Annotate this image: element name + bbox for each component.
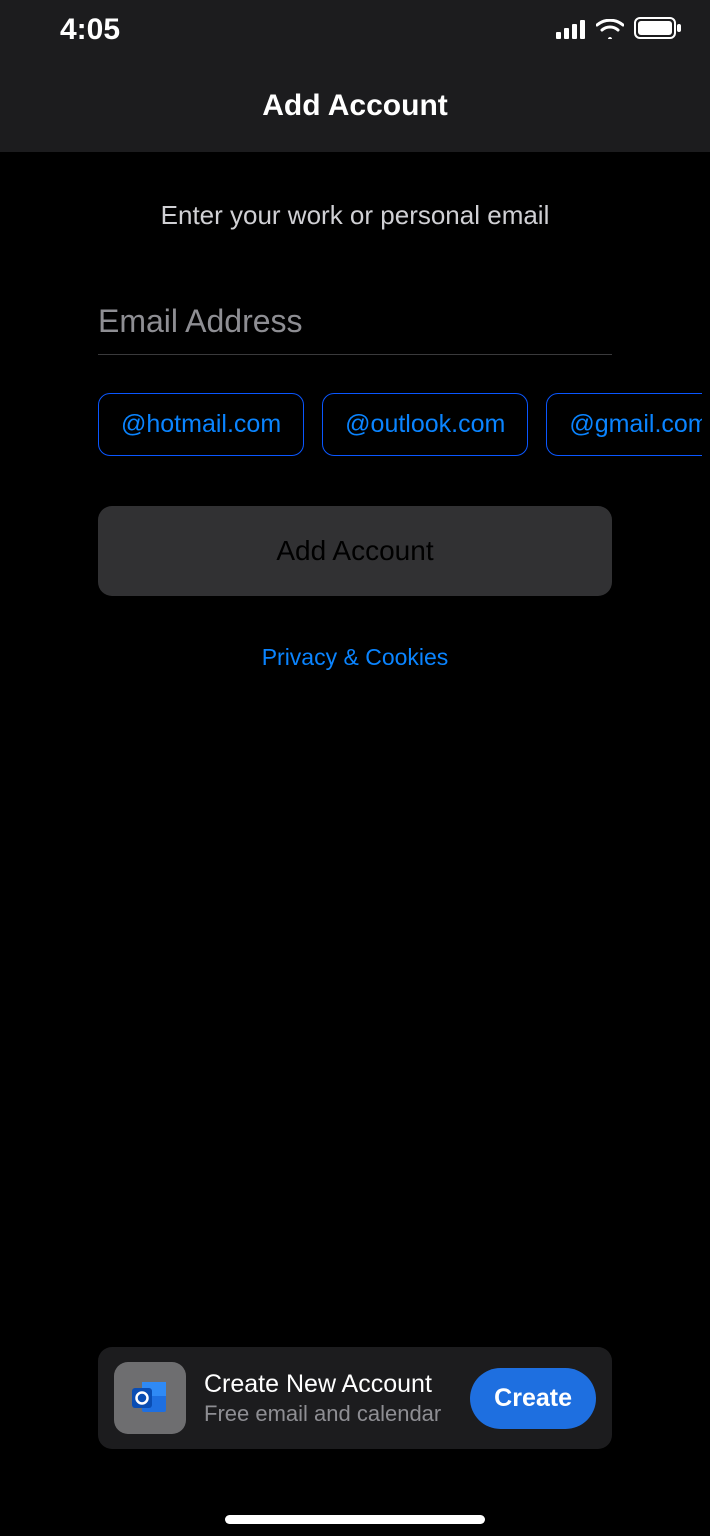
domain-chip-gmail[interactable]: @gmail.com [546,393,702,456]
create-account-text: Create New Account Free email and calend… [204,1370,470,1427]
home-indicator[interactable] [225,1515,485,1524]
battery-icon [634,13,682,47]
create-account-card: Create New Account Free email and calend… [98,1347,612,1449]
email-input[interactable] [98,297,612,355]
email-field-wrap [98,297,612,355]
domain-chip-outlook[interactable]: @outlook.com [322,393,528,456]
create-account-title: Create New Account [204,1370,470,1399]
create-account-subtitle: Free email and calendar [204,1401,470,1427]
add-account-button[interactable]: Add Account [98,506,612,596]
create-button[interactable]: Create [470,1368,596,1429]
outlook-icon [114,1362,186,1434]
domain-suggestion-row: @hotmail.com @outlook.com @gmail.com [98,393,702,456]
cellular-signal-icon [556,13,586,47]
nav-header: Add Account [0,60,710,152]
prompt-text: Enter your work or personal email [98,200,612,231]
status-time: 4:05 [60,13,120,47]
main-content: Enter your work or personal email @hotma… [0,200,710,671]
page-title: Add Account [262,89,448,123]
privacy-cookies-link[interactable]: Privacy & Cookies [98,644,612,671]
status-icons [556,13,682,47]
domain-chip-hotmail[interactable]: @hotmail.com [98,393,304,456]
wifi-icon [596,13,624,47]
status-bar: 4:05 [0,0,710,60]
